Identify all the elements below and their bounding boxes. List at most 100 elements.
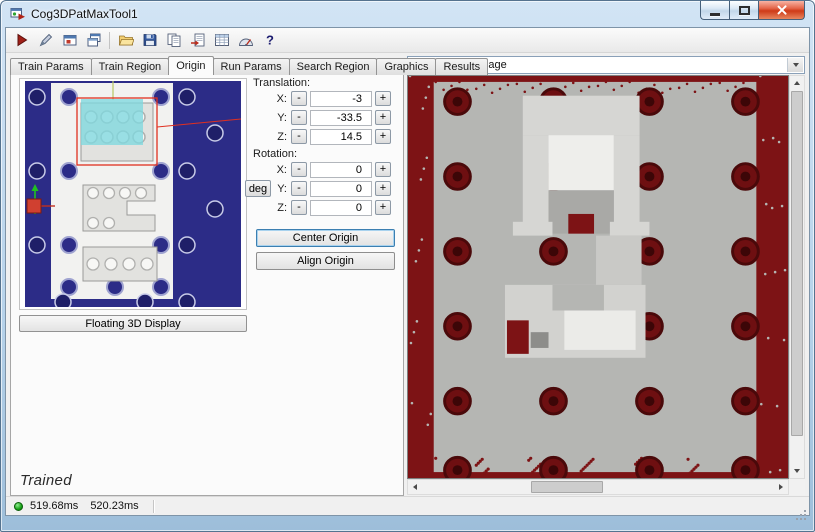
horizontal-scrollbar[interactable] <box>407 479 789 495</box>
save-floppy-icon <box>143 34 156 46</box>
3d-display-frame <box>19 78 247 310</box>
cascade-windows-icon <box>87 33 100 47</box>
rotation-y-row: deg Y: - + <box>243 180 399 197</box>
status-separator <box>152 499 154 513</box>
rotation-z-decrement-button[interactable]: - <box>291 200 307 215</box>
spreadsheet-grid-icon <box>214 34 229 46</box>
app-icon <box>10 8 25 20</box>
open-file-button[interactable] <box>114 29 137 51</box>
import-document-icon <box>190 33 204 47</box>
translation-z-input[interactable] <box>310 128 372 145</box>
scroll-up-button[interactable] <box>790 76 804 90</box>
close-button[interactable] <box>758 1 805 20</box>
rotation-x-decrement-button[interactable]: - <box>291 162 307 177</box>
translation-z-label: Z: <box>277 130 287 143</box>
rotation-y-label: Y: <box>277 182 287 195</box>
titlebar[interactable]: Cog3DPatMaxTool1 <box>1 1 814 27</box>
rotation-x-increment-button[interactable]: + <box>375 162 391 177</box>
rotation-x-input[interactable] <box>310 161 372 178</box>
import-button[interactable] <box>186 29 209 51</box>
combo-dropdown-button[interactable] <box>787 58 803 72</box>
tab-results[interactable]: Results <box>435 58 489 75</box>
translation-z-increment-button[interactable]: + <box>375 129 391 144</box>
tab-run-params[interactable]: Run Params <box>212 58 290 75</box>
float-display-button[interactable] <box>82 29 105 51</box>
translation-section-label: Translation: <box>253 77 311 89</box>
origin-tab-page: Floating 3D Display Trained Translation:… <box>10 74 404 496</box>
window-title: Cog3DPatMaxTool1 <box>31 7 138 21</box>
tab-origin[interactable]: Origin <box>168 56 214 75</box>
image-display-panel: Current.InputImage <box>407 56 805 495</box>
rotation-y-increment-button[interactable]: + <box>375 181 391 196</box>
align-origin-button[interactable]: Align Origin <box>256 252 395 270</box>
tab-search-region[interactable]: Search Region <box>288 58 378 75</box>
help-button[interactable]: ? <box>258 29 281 51</box>
tab-graphics[interactable]: Graphics <box>376 58 437 75</box>
tab-train-region[interactable]: Train Region <box>90 58 170 75</box>
input-image-viewport <box>407 75 789 479</box>
run-time-label: 519.68ms <box>30 500 79 512</box>
protractor-icon <box>238 38 253 46</box>
rotation-z-label: Z: <box>277 201 287 214</box>
floating-3d-display-button[interactable]: Floating 3D Display <box>19 315 247 332</box>
run-button[interactable] <box>10 29 33 51</box>
app-window: Cog3DPatMaxTool1 ? Train Params Train Re… <box>0 0 815 532</box>
rotation-y-decrement-button[interactable]: - <box>291 181 307 196</box>
input-image-canvas[interactable] <box>408 76 788 478</box>
rotation-x-row: X: - + <box>243 161 399 178</box>
copy-icon <box>167 33 180 47</box>
arrow-down-icon <box>794 469 800 473</box>
svg-text:?: ? <box>266 33 274 48</box>
minimize-button[interactable] <box>700 1 729 20</box>
electrode-pen-icon <box>39 33 52 47</box>
translation-y-label: Y: <box>277 111 287 124</box>
client-area: ? Train Params Train Region Origin Run P… <box>5 27 810 516</box>
scroll-right-button[interactable] <box>774 480 788 494</box>
electrode-button[interactable] <box>34 29 57 51</box>
translation-y-increment-button[interactable]: + <box>375 110 391 125</box>
rotation-section-label: Rotation: <box>253 148 298 160</box>
local-display-button[interactable] <box>58 29 81 51</box>
scroll-left-button[interactable] <box>408 480 422 494</box>
scrollbar-corner <box>789 479 805 495</box>
rotation-y-input[interactable] <box>310 180 372 197</box>
maximize-button[interactable] <box>729 1 758 20</box>
maximize-icon <box>738 5 750 15</box>
rotation-z-increment-button[interactable]: + <box>375 200 391 215</box>
rotation-x-label: X: <box>276 163 287 176</box>
translation-x-increment-button[interactable]: + <box>375 91 391 106</box>
3d-display-canvas[interactable] <box>25 81 241 307</box>
window-controls <box>700 1 805 20</box>
vertical-scroll-thumb[interactable] <box>791 91 803 436</box>
vertical-scrollbar[interactable] <box>789 75 805 479</box>
tab-train-params[interactable]: Train Params <box>10 58 92 75</box>
degrees-toggle-button[interactable]: deg <box>245 180 271 197</box>
results-grid-button[interactable] <box>210 29 233 51</box>
resize-grip[interactable] <box>804 510 806 512</box>
total-time-label: 520.23ms <box>90 500 139 512</box>
rotation-z-input[interactable] <box>310 199 372 216</box>
selection-highlight <box>81 99 143 145</box>
train-state-label: Trained <box>20 472 72 489</box>
translation-y-decrement-button[interactable]: - <box>291 110 307 125</box>
translation-x-input[interactable] <box>310 90 372 107</box>
translation-x-decrement-button[interactable]: - <box>291 91 307 106</box>
copy-button[interactable] <box>162 29 185 51</box>
close-icon <box>776 4 788 16</box>
scroll-down-button[interactable] <box>790 464 804 478</box>
center-origin-button[interactable]: Center Origin <box>256 229 395 247</box>
part-top-bracket <box>512 95 650 236</box>
display-window-icon <box>63 35 76 46</box>
minimize-icon <box>710 12 720 16</box>
arrow-right-icon <box>779 484 783 490</box>
tab-strip: Train Params Train Region Origin Run Par… <box>10 56 489 75</box>
translation-z-decrement-button[interactable]: - <box>291 129 307 144</box>
translation-x-row: X: - + <box>243 90 399 107</box>
save-file-button[interactable] <box>138 29 161 51</box>
rotation-z-row: Z: - + <box>243 199 399 216</box>
translation-y-input[interactable] <box>310 109 372 126</box>
calibration-button[interactable] <box>234 29 257 51</box>
horizontal-scroll-thumb[interactable] <box>531 481 603 493</box>
status-led <box>14 501 23 511</box>
chevron-down-icon <box>792 63 799 67</box>
